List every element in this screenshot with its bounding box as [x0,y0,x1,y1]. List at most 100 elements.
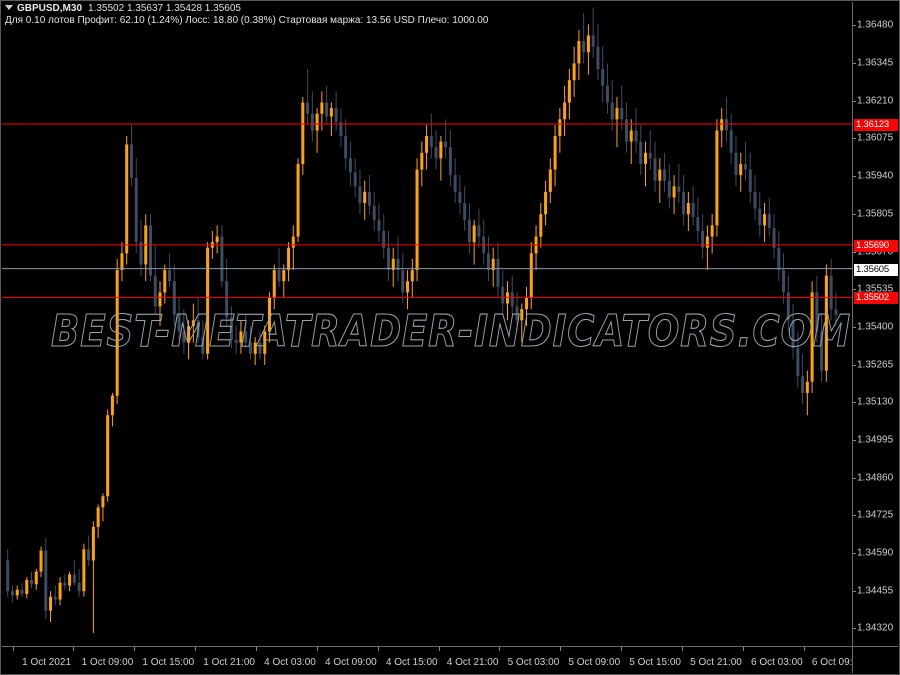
candle [6,549,10,597]
price-level-tag[interactable]: 1.36123 [854,119,898,132]
candle [758,191,762,237]
candle [567,69,571,120]
candle [639,124,643,176]
candle [58,577,62,606]
candle [406,270,410,310]
time-axis-label: 1 Oct 21:00 [203,657,255,668]
candle [377,203,381,243]
candle [691,186,695,226]
candle [601,46,605,103]
candle [615,96,619,148]
price-level-tag[interactable]: 1.35502 [854,292,898,305]
candle [144,214,148,282]
price-axis-tick [853,439,856,441]
candle [172,264,176,326]
price-axis-label: 1.34455 [857,585,894,597]
candle [801,353,805,405]
time-axis-tick [316,647,318,651]
candle [763,203,767,243]
time-axis-label: 5 Oct 15:00 [629,657,681,668]
candle [68,571,72,592]
candle [686,191,690,231]
price-axis-tick [853,100,856,102]
candle [177,297,181,340]
candle [648,130,652,170]
candle [301,96,305,176]
price-axis-label: 1.34320 [857,622,894,634]
candle [49,591,53,622]
price-axis[interactable]: 1.36480 1.36345 1.36210 1.36075 1.35940 1.358… [852,2,898,647]
price-level-tag[interactable]: 1.35605 [854,263,898,276]
candle [20,582,24,597]
price-axis-tick [853,289,856,291]
candle [310,91,314,142]
candle [453,158,457,204]
candle [386,230,390,282]
candle [824,264,828,382]
candle [239,320,243,354]
candle [382,214,386,259]
candle [234,325,238,354]
candle [663,152,667,192]
time-axis-label: 4 Oct 21:00 [446,657,499,668]
candle [477,208,481,248]
price-axis-label: 1.36480 [857,19,894,31]
time-axis[interactable]: 1 Oct 2021 1 Oct 09:00 1 Oct 15:00 1 Oct 21… [2,646,864,673]
price-axis-tick [853,402,856,404]
candle [810,281,814,393]
candle [396,236,400,282]
candle [34,568,38,590]
candle [777,230,781,282]
chart-plot-area[interactable] [2,2,854,647]
candle [139,219,143,276]
price-axis-label: 1.36210 [857,95,894,107]
price-level-tag[interactable]: 1.35690 [854,239,898,252]
candle [72,560,76,586]
candle [315,108,319,153]
candle [287,242,291,282]
candle [701,214,705,259]
candle [182,309,186,354]
candle [829,258,833,321]
candle [705,225,709,271]
candle [372,191,376,231]
candle [358,169,362,215]
time-axis-tick [803,647,805,651]
candle [534,225,538,271]
candle [634,108,638,153]
price-axis-tick [853,25,856,27]
candle [30,571,34,589]
candle [415,158,419,282]
candle [629,119,633,164]
time-axis-tick [195,647,197,651]
candle [334,91,338,131]
candle [268,292,271,343]
price-axis-label: 1.35400 [857,321,894,333]
candle [329,102,333,137]
candle [496,242,500,298]
candle [548,158,552,204]
candle [577,29,581,81]
candle [553,124,557,187]
candle [15,585,19,600]
candle [44,538,48,620]
candle [348,141,352,187]
candle [815,275,819,343]
candle [501,270,505,315]
candle [448,130,452,187]
candle [91,521,95,634]
time-axis-label: 4 Oct 03:00 [264,657,316,668]
price-axis-label: 1.34995 [857,434,894,446]
time-axis-tick [73,647,75,651]
candle [344,119,348,170]
candle [644,141,648,187]
price-axis-label: 1.35130 [857,396,894,408]
time-axis-label: 5 Oct 09:00 [568,657,621,668]
candle [624,102,628,153]
candle [715,119,719,237]
candle [363,180,367,220]
candle [77,568,81,597]
candle [410,258,414,298]
candle [10,585,14,603]
candle [244,314,248,349]
